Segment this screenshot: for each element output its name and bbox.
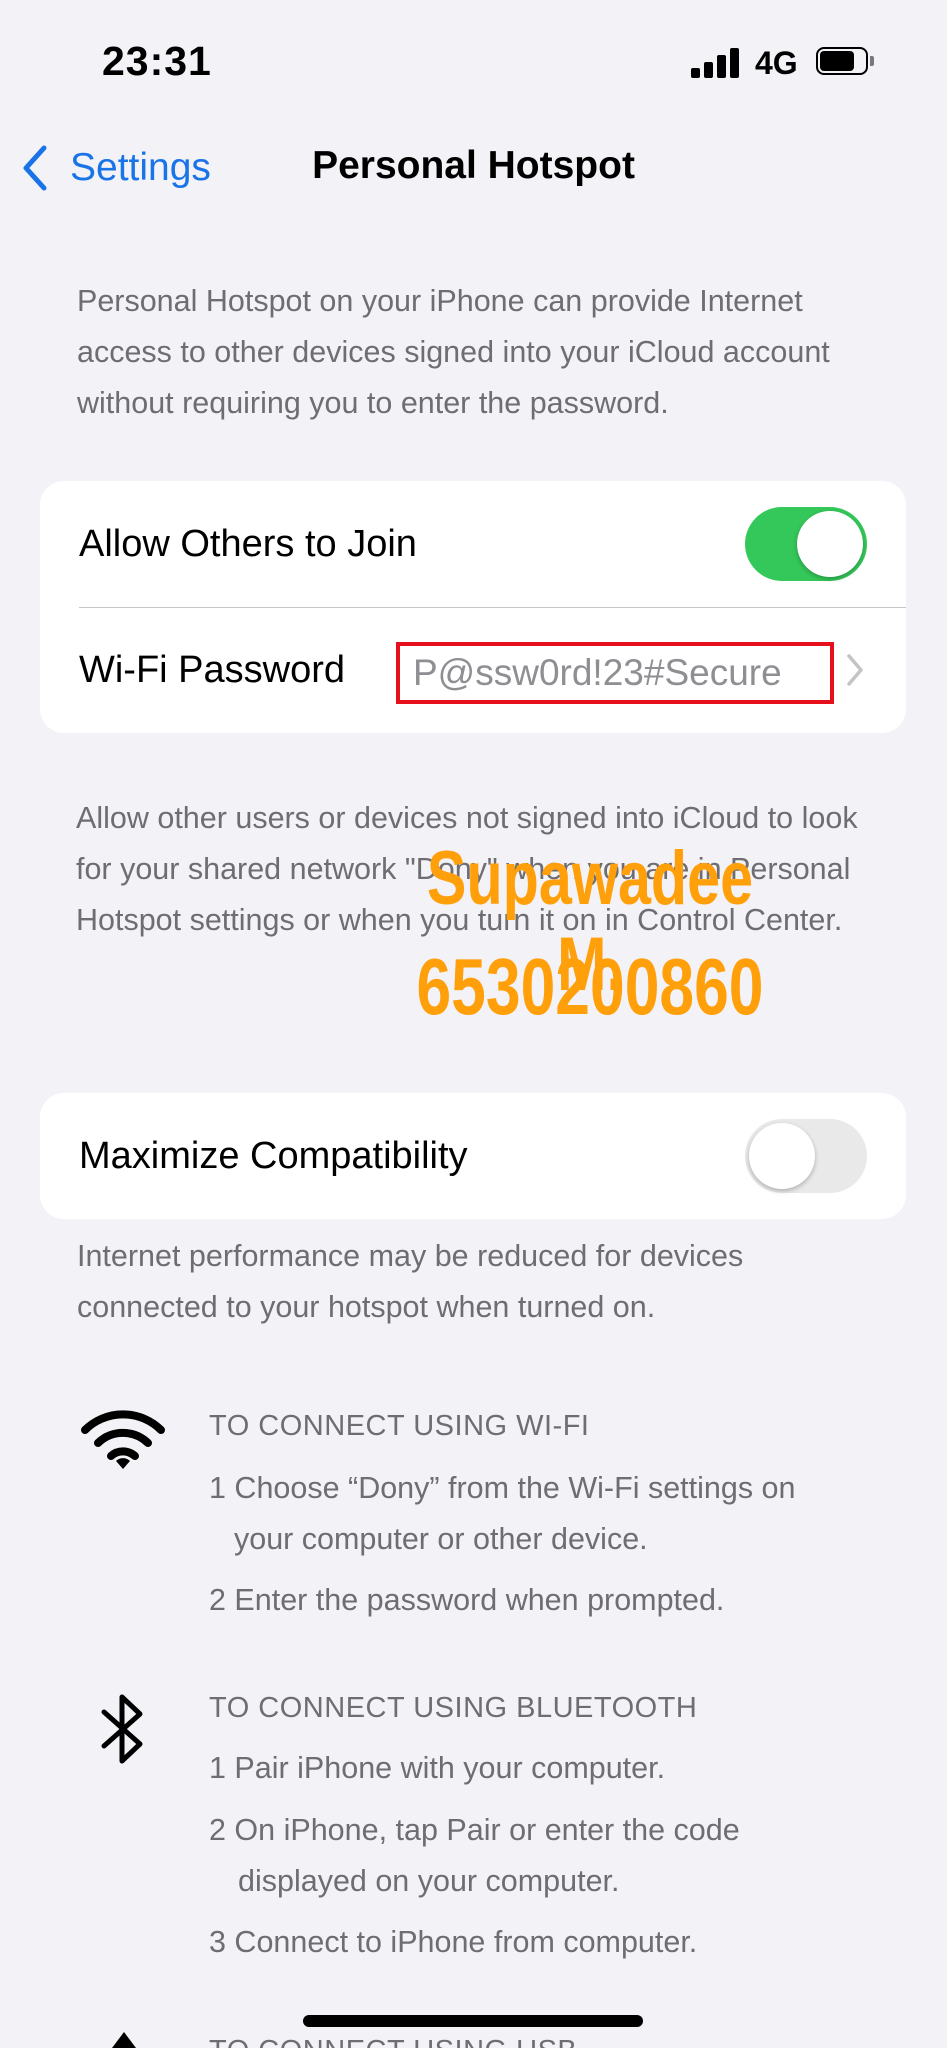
wifi-password-label: Wi-Fi Password bbox=[79, 648, 346, 691]
network-type: 4G bbox=[755, 45, 798, 81]
wifi-password-value: P@ssw0rd!23#Secure bbox=[413, 652, 782, 693]
bluetooth-icon bbox=[101, 1694, 143, 1764]
bluetooth-step-2: 2 On iPhone, tap Pair or enter the code … bbox=[209, 1813, 740, 1898]
password-highlight-box: P@ssw0rd!23#Secure bbox=[396, 642, 834, 704]
page-title: Personal Hotspot bbox=[312, 144, 635, 187]
compatibility-description: Internet performance may be reduced for … bbox=[77, 1239, 744, 1324]
wifi-password-row[interactable]: Wi-Fi Password P@ssw0rd!23#Secure bbox=[40, 607, 906, 733]
bluetooth-step-1: 1 Pair iPhone with your computer. bbox=[209, 1751, 666, 1785]
chevron-right-icon bbox=[847, 654, 863, 686]
status-time: 23:31 bbox=[102, 38, 212, 84]
maximize-compatibility-row: Maximize Compatibility bbox=[40, 1093, 906, 1219]
wifi-step-2: 2 Enter the password when prompted. bbox=[209, 1583, 725, 1617]
intro-description: Personal Hotspot on your iPhone can prov… bbox=[77, 284, 830, 420]
usb-icon bbox=[112, 2032, 136, 2048]
maximize-compatibility-label: Maximize Compatibility bbox=[79, 1134, 468, 1177]
battery-icon bbox=[816, 47, 876, 77]
allow-others-label: Allow Others to Join bbox=[79, 522, 417, 565]
bluetooth-step-3: 3 Connect to iPhone from computer. bbox=[209, 1925, 698, 1959]
hotspot-settings-group: Allow Others to Join Wi-Fi Password P@ss… bbox=[40, 481, 906, 733]
maximize-compatibility-toggle[interactable] bbox=[745, 1119, 867, 1193]
wifi-section-heading: TO CONNECT USING WI-FI bbox=[209, 1410, 590, 1442]
wifi-step-1: 1 Choose “Dony” from the Wi-Fi settings … bbox=[209, 1471, 796, 1556]
allow-others-row: Allow Others to Join bbox=[40, 481, 906, 607]
allow-others-toggle[interactable] bbox=[745, 507, 867, 581]
usb-section-heading: TO CONNECT USING USB bbox=[209, 2034, 577, 2048]
home-indicator[interactable] bbox=[303, 2015, 643, 2027]
cellular-signal-icon bbox=[691, 48, 741, 78]
compatibility-group: Maximize Compatibility bbox=[40, 1093, 906, 1219]
wifi-icon bbox=[81, 1410, 165, 1469]
watermark-id: 6530200860 bbox=[416, 942, 764, 1031]
bluetooth-section-heading: TO CONNECT USING BLUETOOTH bbox=[209, 1692, 698, 1724]
